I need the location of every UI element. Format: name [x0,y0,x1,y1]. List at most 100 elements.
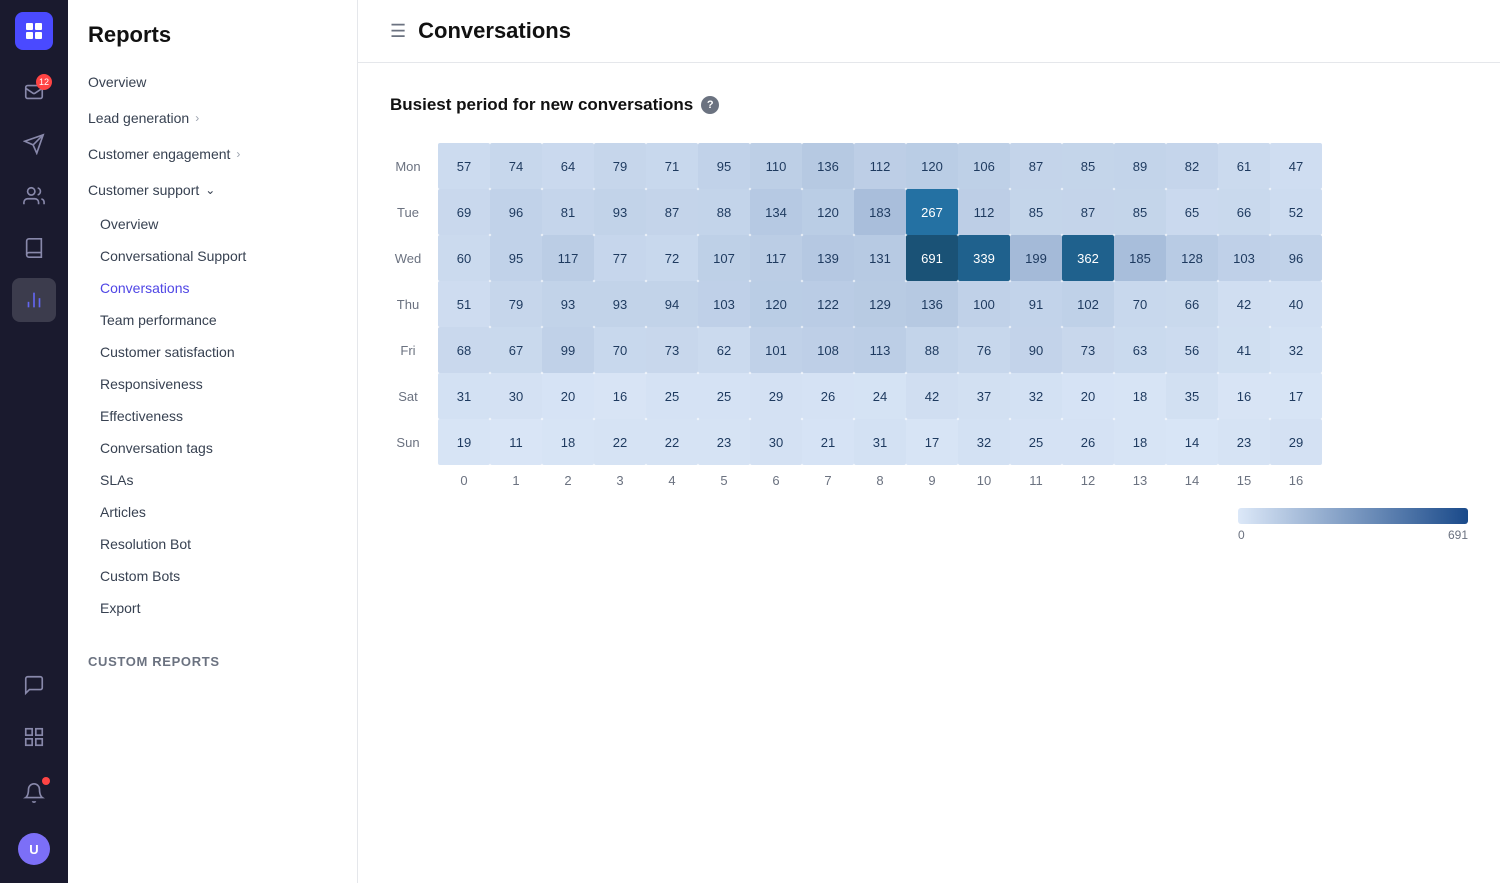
sidebar-item-customer-support[interactable]: Customer support ⌄ [68,172,357,208]
heat-cell: 101 [750,327,802,373]
sidebar-item-custom-bots[interactable]: Custom Bots [68,560,357,592]
heat-cell: 120 [750,281,802,327]
sidebar-item-label: Customer satisfaction [100,344,235,360]
heat-cell: 60 [438,235,490,281]
heat-cell: 139 [802,235,854,281]
heat-cell: 18 [542,419,594,465]
sidebar-item-overview-sub[interactable]: Overview [68,208,357,240]
notifications-nav-icon[interactable] [12,771,56,815]
heat-cell: 134 [750,189,802,235]
heat-cell: 18 [1114,419,1166,465]
hour-label: 3 [594,465,646,488]
section-heading-text: Busiest period for new conversations [390,95,693,115]
heat-cell: 73 [1062,327,1114,373]
heat-cell: 25 [698,373,750,419]
sidebar-item-label: Conversational Support [100,248,246,264]
sidebar-item-resolution-bot[interactable]: Resolution Bot [68,528,357,560]
sidebar-item-label: Lead generation [88,110,189,126]
sidebar-item-conversations[interactable]: Conversations [68,272,357,304]
heat-cell: 103 [1218,235,1270,281]
heat-cell: 113 [854,327,906,373]
heat-cell: 120 [906,143,958,189]
apps-nav-icon[interactable] [12,715,56,759]
sidebar-item-label: Team performance [100,312,217,328]
heat-cell: 30 [490,373,542,419]
chevron-right-icon: › [236,147,240,161]
info-icon[interactable]: ? [701,96,719,114]
heat-cell: 94 [646,281,698,327]
day-label: Sun [390,419,438,465]
heat-cell: 26 [1062,419,1114,465]
heatmap-container: Mon5774647971951101361121201068785898261… [390,143,1468,488]
sidebar-item-conversational-support[interactable]: Conversational Support [68,240,357,272]
sidebar-item-customer-engagement[interactable]: Customer engagement › [68,136,357,172]
hour-label: 10 [958,465,1010,488]
heat-cell: 183 [854,189,906,235]
heat-cell: 66 [1218,189,1270,235]
sidebar-item-export[interactable]: Export [68,592,357,624]
sidebar-item-slas[interactable]: SLAs [68,464,357,496]
heat-cell: 90 [1010,327,1062,373]
sidebar-item-effectiveness[interactable]: Effectiveness [68,400,357,432]
heat-cell: 31 [438,373,490,419]
heat-cell: 32 [958,419,1010,465]
page-title: Conversations [418,18,571,44]
sidebar-item-articles[interactable]: Articles [68,496,357,528]
heat-cell: 136 [906,281,958,327]
hour-label: 1 [490,465,542,488]
heat-cell: 65 [1166,189,1218,235]
chat-nav-icon[interactable] [12,663,56,707]
heat-cell: 21 [802,419,854,465]
inbox-nav-icon[interactable]: 12 [12,70,56,114]
day-label: Sat [390,373,438,419]
avatar[interactable]: U [12,827,56,871]
heat-cell: 93 [542,281,594,327]
chevron-down-icon: ⌄ [205,183,215,197]
heat-cell: 22 [594,419,646,465]
heat-cell: 93 [594,189,646,235]
heat-cell: 17 [1270,373,1322,419]
sidebar-item-label: Effectiveness [100,408,183,424]
heat-cell: 16 [1218,373,1270,419]
legend-min: 0 [1238,528,1245,542]
send-nav-icon[interactable] [12,122,56,166]
heat-cell: 88 [698,189,750,235]
heat-cell: 103 [698,281,750,327]
heat-cell: 128 [1166,235,1218,281]
custom-reports-label: Custom reports [68,644,357,679]
inbox-badge: 12 [36,74,52,90]
heat-cell: 185 [1114,235,1166,281]
knowledge-nav-icon[interactable] [12,226,56,270]
sidebar-item-conversation-tags[interactable]: Conversation tags [68,432,357,464]
heat-cell: 120 [802,189,854,235]
sidebar-item-label: Resolution Bot [100,536,191,552]
heat-cell: 20 [1062,373,1114,419]
heat-cell: 17 [906,419,958,465]
reports-nav-icon[interactable] [12,278,56,322]
heat-cell: 136 [802,143,854,189]
sidebar-item-label: Customer engagement [88,146,230,162]
hamburger-icon[interactable]: ☰ [390,21,406,42]
heat-cell: 56 [1166,327,1218,373]
heat-cell: 85 [1114,189,1166,235]
sidebar-item-team-performance[interactable]: Team performance [68,304,357,336]
sidebar-item-customer-satisfaction[interactable]: Customer satisfaction [68,336,357,368]
sidebar-item-lead-generation[interactable]: Lead generation › [68,100,357,136]
icon-rail: 12 [0,0,68,883]
heat-cell: 42 [1218,281,1270,327]
heat-cell: 108 [802,327,854,373]
heat-cell: 339 [958,235,1010,281]
heat-cell: 70 [1114,281,1166,327]
heat-cell: 95 [490,235,542,281]
heat-cell: 107 [698,235,750,281]
heat-cell: 112 [854,143,906,189]
sidebar-item-overview-top[interactable]: Overview [68,64,357,100]
heat-cell: 87 [1062,189,1114,235]
heat-cell: 95 [698,143,750,189]
sidebar-item-responsiveness[interactable]: Responsiveness [68,368,357,400]
heat-cell: 87 [646,189,698,235]
contacts-nav-icon[interactable] [12,174,56,218]
main-body: Busiest period for new conversations ? M… [358,63,1500,574]
day-label: Wed [390,235,438,281]
heat-cell: 117 [750,235,802,281]
